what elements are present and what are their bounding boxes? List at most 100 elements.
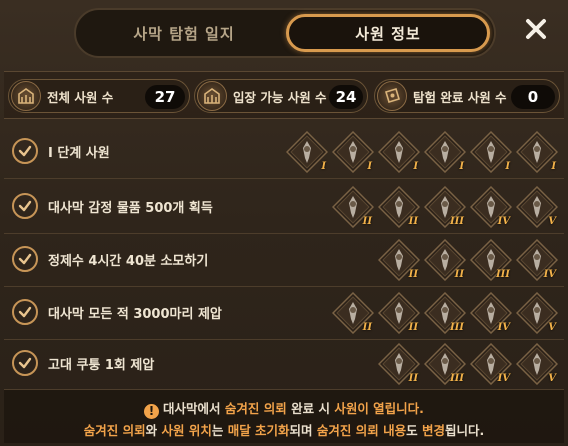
tier-numeral: IV <box>497 322 510 333</box>
tier-numeral: II <box>408 322 418 333</box>
tier-numeral: V <box>548 216 556 227</box>
tab-temple-info[interactable]: 사원 정보 <box>286 14 490 52</box>
notice-highlight: 숨겨진 의뢰 <box>83 423 146 438</box>
tier-numeral: III <box>495 269 510 280</box>
tier-numeral: II <box>408 269 418 280</box>
temple-condition-row: 대사막 모든 적 3000마리 제압 II II III IV V <box>4 286 564 340</box>
tier-numeral: II <box>362 216 372 227</box>
notice-text: 와 <box>145 423 162 438</box>
temple-badge-icon[interactable]: II <box>423 238 467 282</box>
tier-numeral: IV <box>497 216 510 227</box>
condition-label: 고대 쿠퉁 1회 제압 <box>48 358 155 373</box>
tier-numeral: II <box>408 373 418 384</box>
notice-highlight: 숨겨진 의뢰 <box>224 401 287 416</box>
temple-badge-icon[interactable]: II <box>377 342 421 386</box>
condition-label: 정제수 4시간 40분 소모하기 <box>48 254 209 269</box>
checkmark-icon <box>12 350 38 376</box>
close-button[interactable] <box>519 12 553 46</box>
condition-label: Ⅰ 단계 사원 <box>48 146 110 161</box>
notice-highlight: 사원이 열립니다. <box>334 401 424 416</box>
notice-text: 완료 시 <box>286 401 335 416</box>
condition-label: 대사막 모든 적 3000마리 제압 <box>48 307 222 322</box>
stats-bar: 전체 사원 수 27 입장 가능 사원 수 24 탐험 완료 사원 수 0 <box>4 71 564 119</box>
temple-badge-icon[interactable]: IV <box>469 291 513 335</box>
notice-line-1: ! 대사막에서 숨겨진 의뢰 완료 시 사원이 열립니다. <box>4 398 564 419</box>
notice-box: ! 대사막에서 숨겨진 의뢰 완료 시 사원이 열립니다. 숨겨진 의뢰와 사원 … <box>4 389 564 443</box>
temple-badge-icon[interactable]: III <box>469 238 513 282</box>
notice-text: 대사막에서 <box>163 401 225 416</box>
tier-numeral: II <box>408 216 418 227</box>
tier-numeral: V <box>548 373 556 384</box>
stat-total-value: 27 <box>145 85 185 109</box>
stat-completed-temples: 탐험 완료 사원 수 0 <box>374 79 560 113</box>
stat-completed-value: 0 <box>511 85 555 109</box>
temple-badge-icon[interactable]: V <box>515 291 559 335</box>
temple-badge-icon[interactable]: III <box>423 185 467 229</box>
temple-badge-icon[interactable]: I <box>423 130 467 174</box>
stat-completed-label: 탐험 완료 사원 수 <box>413 89 507 105</box>
stat-total-label: 전체 사원 수 <box>47 89 114 105</box>
scroll-map-icon <box>377 81 407 111</box>
temple-badge-icon[interactable]: IV <box>469 342 513 386</box>
temple-condition-row: 대사막 감정 물품 500개 획득 II II III IV V <box>4 180 564 234</box>
tier-numeral: I <box>459 161 464 172</box>
tab-bar: 사막 탐험 일지 사원 정보 <box>74 8 496 58</box>
temple-badge-icon[interactable]: II <box>377 238 421 282</box>
temple-badge-icon[interactable]: I <box>377 130 421 174</box>
temple-badge-icon[interactable]: III <box>423 342 467 386</box>
tier-numeral: IV <box>543 269 556 280</box>
notice-highlight: 숨겨진 의뢰 내용 <box>316 423 407 438</box>
temple-condition-row: 고대 쿠퉁 1회 제압 II III IV V <box>4 337 564 391</box>
stat-enterable-label: 입장 가능 사원 수 <box>233 89 327 105</box>
temple-badge-icon[interactable]: II <box>331 291 375 335</box>
tier-numeral: IV <box>497 373 510 384</box>
close-icon <box>526 19 546 39</box>
notice-text: 도 <box>406 423 422 438</box>
notice-text: 되며 <box>289 423 317 438</box>
temple-badge-icon[interactable]: III <box>423 291 467 335</box>
temple-badge-icon[interactable]: I <box>515 130 559 174</box>
temple-condition-row: 정제수 4시간 40분 소모하기 II II III IV <box>4 233 564 287</box>
notice-highlight: 매달 초기화 <box>227 423 290 438</box>
temple-info-panel: 사막 탐험 일지 사원 정보 전체 사원 수 27 입장 가능 사원 수 24 <box>0 0 568 446</box>
tier-numeral: I <box>321 161 326 172</box>
tier-numeral: I <box>413 161 418 172</box>
notice-highlight: 사원 위치 <box>161 423 212 438</box>
checkmark-icon <box>12 193 38 219</box>
temple-badge-icon[interactable]: V <box>515 185 559 229</box>
tier-numeral: III <box>449 373 464 384</box>
warning-icon: ! <box>144 404 160 419</box>
checkmark-icon <box>12 246 38 272</box>
stat-total-temples: 전체 사원 수 27 <box>8 79 190 113</box>
notice-text: 됩니다. <box>445 423 485 438</box>
notice-line-2: 숨겨진 의뢰와 사원 위치는 매달 초기화되며 숨겨진 의뢰 내용도 변경됩니다… <box>4 420 564 439</box>
checkmark-icon <box>12 138 38 164</box>
temple-icon <box>11 81 41 111</box>
tier-numeral: I <box>505 161 510 172</box>
tier-numeral: II <box>362 322 372 333</box>
temple-condition-row: Ⅰ 단계 사원 I I I I I I <box>4 125 564 179</box>
tier-numeral: I <box>367 161 372 172</box>
notice-text: 는 <box>211 423 228 438</box>
stat-enterable-temples: 입장 가능 사원 수 24 <box>194 79 368 113</box>
stat-enterable-value: 24 <box>329 85 363 109</box>
tier-numeral: III <box>449 322 464 333</box>
temple-badge-icon[interactable]: V <box>515 342 559 386</box>
temple-badge-icon[interactable]: I <box>469 130 513 174</box>
tab-desert-exploration-log[interactable]: 사막 탐험 일지 <box>82 14 286 52</box>
temple-badge-icon[interactable]: I <box>331 130 375 174</box>
temple-icon <box>197 81 227 111</box>
temple-badge-icon[interactable]: II <box>331 185 375 229</box>
tier-numeral: III <box>449 216 464 227</box>
temple-badge-icon[interactable]: I <box>285 130 329 174</box>
temple-badge-icon[interactable]: IV <box>515 238 559 282</box>
tier-numeral: I <box>551 161 556 172</box>
condition-label: 대사막 감정 물품 500개 획득 <box>48 201 213 216</box>
temple-badge-icon[interactable]: IV <box>469 185 513 229</box>
tier-numeral: V <box>548 322 556 333</box>
temple-badge-icon[interactable]: II <box>377 185 421 229</box>
tier-numeral: II <box>454 269 464 280</box>
checkmark-icon <box>12 299 38 325</box>
temple-badge-icon[interactable]: II <box>377 291 421 335</box>
notice-highlight: 변경 <box>421 423 445 438</box>
